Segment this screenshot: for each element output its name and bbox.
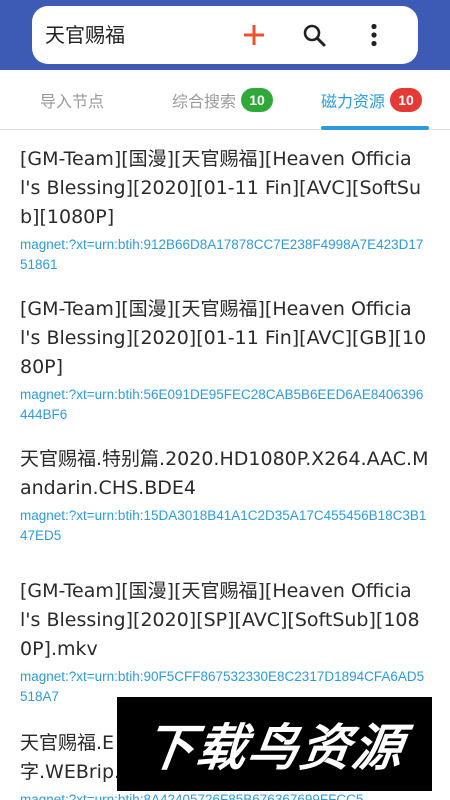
search-button[interactable]	[294, 15, 334, 55]
app-bar: 天官赐福	[0, 0, 450, 70]
add-button[interactable]	[234, 15, 274, 55]
result-title: [GM-Team][国漫][天官赐福][Heaven Official's Bl…	[20, 148, 422, 228]
list-item[interactable]: [GM-Team][国漫][天官赐福][Heaven Official's Bl…	[0, 131, 450, 281]
tab-label: 综合搜索	[172, 91, 237, 111]
search-icon	[303, 24, 326, 47]
magnet-link[interactable]: magnet:?xt=urn:btih:912B66D8A17878CC7E23…	[20, 235, 430, 275]
watermark-text: 下载鸟资源	[139, 719, 409, 777]
magnet-link[interactable]: magnet:?xt=urn:btih:15DA3018B41A1C2D35A1…	[20, 506, 430, 546]
tab-bar: 导入节点 综合搜索 10 磁力资源 10	[0, 70, 450, 130]
magnet-link[interactable]: magnet:?xt=urn:btih:8A42405726F85B676367…	[20, 790, 430, 800]
count-badge: 10	[241, 87, 274, 112]
search-box[interactable]: 天官赐福	[32, 6, 418, 64]
watermark-logo: 下载鸟资源	[117, 697, 432, 791]
more-options-button[interactable]	[354, 15, 394, 55]
list-item[interactable]: [GM-Team][国漫][天官赐福][Heaven Official's Bl…	[0, 281, 450, 431]
tab-label: 导入节点	[40, 91, 105, 111]
list-item[interactable]: 天官赐福.特别篇.2020.HD1080P.X264.AAC.Mandarin.…	[0, 431, 450, 563]
result-title: [GM-Team][国漫][天官赐福][Heaven Official's Bl…	[20, 298, 427, 378]
tab-magnet-resources[interactable]: 磁力资源 10	[321, 70, 423, 129]
tab-label: 磁力资源	[321, 91, 386, 111]
list-item[interactable]: [GM-Team][国漫][天官赐福][Heaven Official's Bl…	[0, 563, 450, 715]
tab-import-nodes[interactable]: 导入节点	[40, 70, 104, 129]
tab-combined-search[interactable]: 综合搜索 10	[172, 70, 274, 129]
result-title: 天官赐福.特别篇.2020.HD1080P.X264.AAC.Mandarin.…	[20, 448, 429, 499]
count-badge: 10	[390, 87, 423, 112]
result-title: [GM-Team][国漫][天官赐福][Heaven Official's Bl…	[20, 580, 420, 660]
active-tab-indicator	[321, 126, 429, 130]
magnet-link[interactable]: magnet:?xt=urn:btih:56E091DE95FEC28CAB5B…	[20, 385, 430, 425]
search-query-text[interactable]: 天官赐福	[45, 6, 125, 64]
plus-icon	[244, 25, 264, 45]
more-vert-icon	[371, 23, 377, 47]
